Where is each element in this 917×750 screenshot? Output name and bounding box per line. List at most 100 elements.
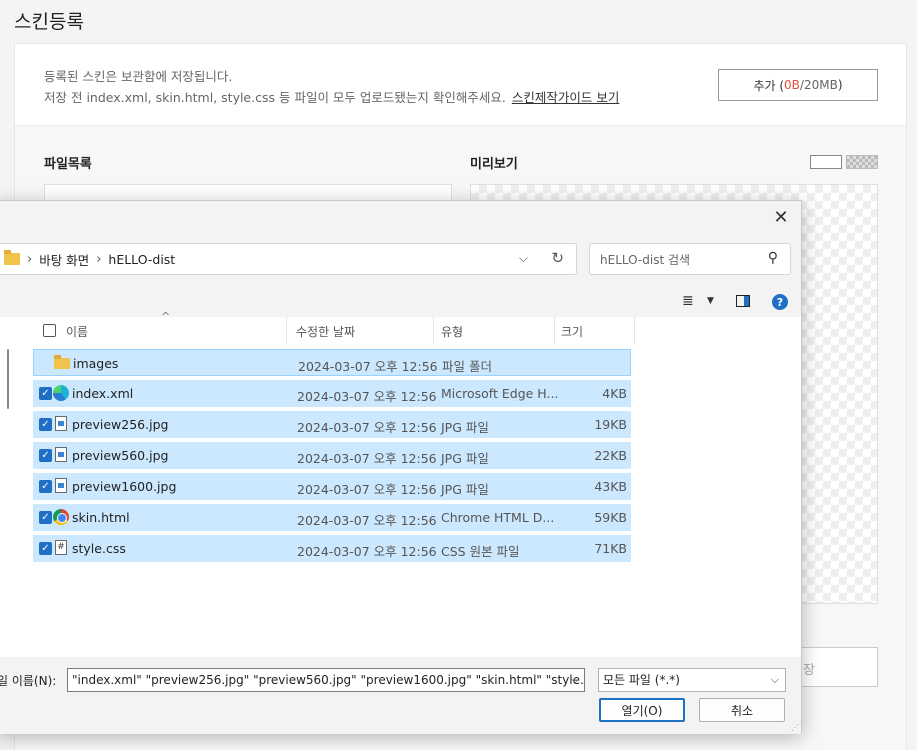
file-type: CSS 원본 파일: [441, 544, 520, 559]
refresh-icon[interactable]: ↻: [551, 249, 564, 267]
chevron-down-icon[interactable]: ⌵: [571, 673, 579, 687]
file-name: preview560.jpg: [72, 448, 169, 463]
dialog-titlebar: ✕: [0, 201, 801, 233]
file-name: skin.html: [72, 510, 130, 525]
column-divider[interactable]: [554, 317, 555, 345]
search-placeholder: hELLO-dist 검색: [600, 252, 691, 267]
file-date: 2024-03-07 오후 12:56: [298, 359, 438, 374]
file-date: 2024-03-07 오후 12:56: [297, 451, 437, 466]
row-checkbox[interactable]: ✓: [39, 387, 52, 400]
chevron-right-icon: ›: [27, 251, 33, 267]
file-name: index.xml: [72, 386, 134, 401]
save-button[interactable]: 장: [790, 647, 878, 687]
image-file-icon: [55, 478, 67, 493]
select-all-checkbox[interactable]: [43, 324, 56, 337]
close-icon[interactable]: ✕: [767, 204, 795, 230]
image-file-icon: [55, 416, 67, 431]
help-icon[interactable]: ?: [772, 294, 788, 310]
file-size: 71KB: [594, 541, 627, 556]
css-file-icon: #: [55, 540, 67, 555]
sort-ascending-icon: ^: [161, 310, 171, 323]
chevron-down-icon: ⌵: [770, 673, 779, 686]
total-storage: 20MB: [803, 78, 838, 92]
file-name: style.css: [72, 541, 126, 556]
row-checkbox[interactable]: ✓: [39, 418, 52, 431]
row-checkbox[interactable]: ✓: [39, 511, 52, 524]
edge-icon: [53, 385, 69, 401]
filetype-value: 모든 파일 (*.*): [603, 673, 680, 687]
preview-label: 미리보기: [470, 157, 518, 172]
breadcrumb-folder[interactable]: hELLO-dist: [108, 252, 175, 267]
file-type: JPG 파일: [441, 451, 489, 466]
address-row: › 바탕 화면 › hELLO-dist ⌵ ↻ hELLO-dist 검색 ⚲: [0, 233, 801, 287]
file-size: 19KB: [594, 417, 627, 432]
save-button-label: 장: [803, 663, 815, 678]
column-header-date[interactable]: 수정한 날짜: [296, 317, 355, 345]
file-size: 43KB: [594, 479, 627, 494]
used-storage: 0B: [784, 78, 800, 92]
chevron-down-icon[interactable]: ▼: [707, 296, 714, 306]
column-divider[interactable]: [433, 317, 434, 345]
filetype-select[interactable]: 모든 파일 (*.*) ⌵: [598, 668, 786, 692]
file-size: 59KB: [594, 510, 627, 525]
file-row[interactable]: ✓ # style.css 2024-03-07 오후 12:56 CSS 원본…: [33, 535, 631, 562]
column-divider[interactable]: [634, 317, 635, 345]
preview-bg-white-toggle[interactable]: [810, 155, 842, 169]
file-open-dialog: ✕ › 바탕 화면 › hELLO-dist ⌵ ↻ hELLO-dist 검색…: [0, 200, 802, 734]
folder-icon: [4, 250, 20, 265]
skin-guide-link[interactable]: 스킨제작가이드 보기: [512, 90, 619, 105]
file-date: 2024-03-07 오후 12:56: [297, 544, 437, 559]
filename-input[interactable]: "index.xml" "preview256.jpg" "preview560…: [67, 668, 585, 692]
file-size: 4KB: [602, 386, 627, 401]
chevron-right-icon: ›: [96, 251, 102, 267]
row-checkbox[interactable]: ✓: [39, 480, 52, 493]
row-checkbox[interactable]: ✓: [39, 449, 52, 462]
add-file-button[interactable]: 추가 (0B / 20MB): [718, 69, 878, 101]
file-row[interactable]: images 2024-03-07 오후 12:56 파일 폴더: [33, 349, 631, 376]
preview-bg-transparent-toggle[interactable]: [846, 155, 878, 169]
add-button-close: ): [837, 78, 843, 92]
image-file-icon: [55, 447, 67, 462]
file-date: 2024-03-07 오후 12:56: [297, 513, 437, 528]
add-button-label: 추가 (: [753, 78, 785, 93]
resize-grip-icon[interactable]: ⋰: [791, 723, 799, 732]
file-type: Microsoft Edge H...: [441, 386, 559, 401]
file-type: 파일 폴더: [442, 359, 492, 374]
notice-line-2: 저장 전 index.xml, skin.html, style.css 등 파…: [44, 90, 506, 105]
chrome-icon: [53, 509, 69, 525]
cancel-button[interactable]: 취소: [699, 698, 785, 722]
scrollbar[interactable]: [7, 349, 9, 409]
file-row[interactable]: ✓ index.xml 2024-03-07 오후 12:56 Microsof…: [33, 380, 631, 407]
column-divider[interactable]: [286, 317, 287, 345]
breadcrumb-desktop[interactable]: 바탕 화면: [39, 250, 89, 269]
column-header-size[interactable]: 크기: [561, 317, 583, 345]
row-checkbox[interactable]: ✓: [39, 542, 52, 555]
search-icon[interactable]: ⚲: [768, 250, 778, 266]
upload-notice: 등록된 스킨은 보관함에 저장됩니다. 저장 전 index.xml, skin…: [44, 66, 619, 108]
preview-pane-icon[interactable]: [736, 295, 750, 307]
open-button[interactable]: 열기(O): [599, 698, 685, 722]
dialog-footer: 일 이름(N): "index.xml" "preview256.jpg" "p…: [0, 657, 801, 734]
notice-line-1: 등록된 스킨은 보관함에 저장됩니다.: [44, 69, 233, 84]
search-input[interactable]: hELLO-dist 검색 ⚲: [589, 243, 791, 275]
file-type: JPG 파일: [441, 482, 489, 497]
file-row[interactable]: ✓ skin.html 2024-03-07 오후 12:56 Chrome H…: [33, 504, 631, 531]
page-title: 스킨등록: [14, 11, 84, 33]
file-row[interactable]: ✓ preview1600.jpg 2024-03-07 오후 12:56 JP…: [33, 473, 631, 500]
column-header-type[interactable]: 유형: [441, 317, 463, 345]
file-list-label: 파일목록: [44, 157, 92, 172]
file-row[interactable]: ✓ preview560.jpg 2024-03-07 오후 12:56 JPG…: [33, 442, 631, 469]
file-type: Chrome HTML D...: [441, 510, 555, 525]
file-name: preview1600.jpg: [72, 479, 177, 494]
address-bar[interactable]: › 바탕 화면 › hELLO-dist ⌵ ↻: [0, 243, 577, 275]
chevron-down-icon[interactable]: ⌵: [519, 251, 528, 266]
filename-label: 일 이름(N):: [0, 674, 57, 688]
file-date: 2024-03-07 오후 12:56: [297, 389, 437, 404]
file-date: 2024-03-07 오후 12:56: [297, 482, 437, 497]
dialog-toolbar: ≣ ▼ ?: [0, 287, 801, 317]
folder-icon: [54, 355, 70, 369]
file-date: 2024-03-07 오후 12:56: [297, 420, 437, 435]
column-header-name[interactable]: 이름: [66, 317, 88, 345]
file-row[interactable]: ✓ preview256.jpg 2024-03-07 오후 12:56 JPG…: [33, 411, 631, 438]
view-options-icon[interactable]: ≣: [682, 293, 694, 309]
